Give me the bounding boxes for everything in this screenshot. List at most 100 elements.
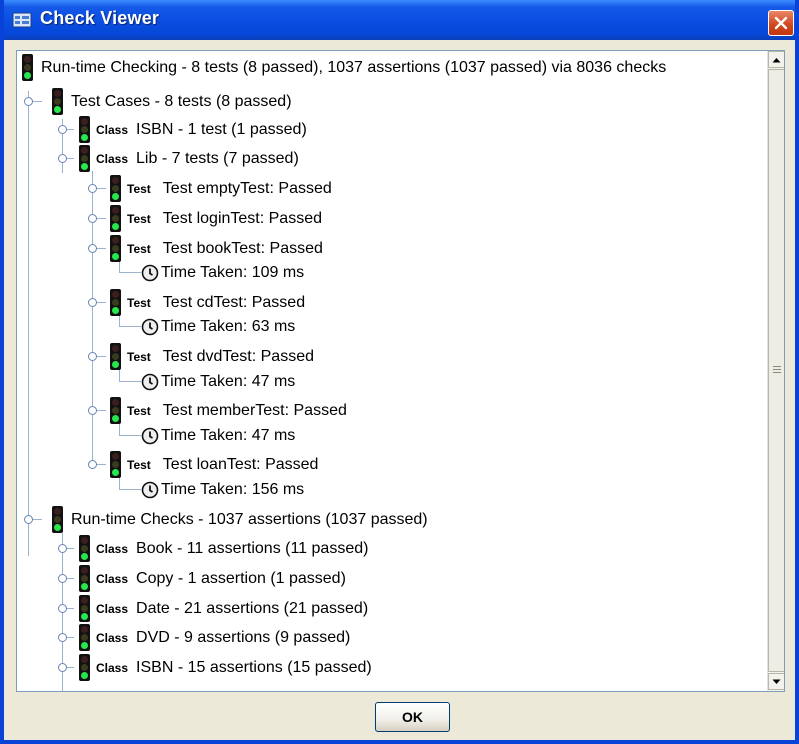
class-tag: Class — [96, 151, 129, 166]
tree-connector — [119, 326, 141, 327]
expand-handle[interactable] — [88, 184, 97, 193]
node-label: Lib - 7 tests (7 passed) — [136, 149, 299, 167]
expand-handle[interactable] — [58, 604, 67, 613]
tree-connector — [119, 489, 141, 490]
button-bar: OK — [4, 692, 795, 740]
node-label: Test loginTest: Passed — [162, 209, 322, 227]
tree-node-time[interactable]: Time Taken: 109 ms — [141, 259, 304, 286]
collapse-handle[interactable] — [24, 515, 33, 524]
test-tag: Test — [127, 349, 151, 364]
traffic-light-icon — [79, 116, 90, 143]
traffic-light-icon — [110, 235, 121, 262]
check-tree[interactable]: Run-time Checking - 8 tests (8 passed), … — [17, 51, 767, 691]
tree-node-class[interactable]: Class Book - 11 assertions (11 passed) — [79, 535, 368, 562]
node-label: Test Cases - 8 tests (8 passed) — [71, 92, 292, 110]
traffic-light-icon — [79, 145, 90, 172]
traffic-light-icon — [79, 535, 90, 562]
node-label: Test loanTest: Passed — [162, 455, 319, 473]
class-tag: Class — [96, 630, 129, 645]
traffic-light-icon — [52, 506, 63, 533]
tree-node-test[interactable]: Test Test loginTest: Passed — [110, 205, 322, 232]
collapse-handle[interactable] — [88, 298, 97, 307]
collapse-handle[interactable] — [58, 154, 67, 163]
tree-node-time[interactable]: Time Taken: 156 ms — [141, 476, 304, 503]
tree-node-time[interactable]: Time Taken: 47 ms — [141, 368, 295, 395]
tree-node-time[interactable]: Time Taken: 63 ms — [141, 313, 295, 340]
traffic-light-icon — [79, 624, 90, 651]
close-button[interactable] — [768, 10, 794, 36]
traffic-light-icon — [110, 397, 121, 424]
tree-node-test[interactable]: Test Test emptyTest: Passed — [110, 175, 332, 202]
class-tag: Class — [96, 601, 129, 616]
expand-handle[interactable] — [58, 125, 67, 134]
node-label: Time Taken: 109 ms — [161, 263, 305, 281]
collapse-handle[interactable] — [88, 460, 97, 469]
ok-button[interactable]: OK — [375, 702, 450, 732]
tree-node-runtime-checks[interactable]: Run-time Checks - 1037 assertions (1037 … — [52, 506, 428, 533]
check-viewer-window: Check Viewer Run-time Checking - 8 tests… — [0, 0, 799, 744]
tree-node-test[interactable]: Test Test dvdTest: Passed — [110, 343, 314, 370]
traffic-light-icon — [52, 88, 63, 115]
clock-icon — [141, 318, 159, 335]
node-label: Run-time Checking - 8 tests (8 passed), … — [41, 58, 667, 76]
traffic-light-icon — [110, 205, 121, 232]
tree-node-test[interactable]: Test Test loanTest: Passed — [110, 451, 318, 478]
arrow-down-icon — [772, 679, 781, 684]
node-label: ISBN - 1 test (1 passed) — [136, 120, 307, 138]
tree-node-class[interactable]: Class Lib - 7 tests (7 passed) — [79, 145, 299, 172]
class-tag: Class — [96, 541, 129, 556]
scrollbar-thumb[interactable] — [768, 69, 784, 672]
class-tag: Class — [96, 122, 129, 137]
collapse-handle[interactable] — [88, 406, 97, 415]
traffic-light-icon — [79, 565, 90, 592]
tree-node-test[interactable]: Test Test memberTest: Passed — [110, 397, 347, 424]
class-tag: Class — [96, 660, 129, 675]
node-label: Test memberTest: Passed — [162, 401, 347, 419]
thumb-grip — [773, 369, 781, 370]
expand-handle[interactable] — [58, 633, 67, 642]
close-icon — [774, 16, 788, 30]
traffic-light-icon — [22, 54, 33, 81]
app-icon — [12, 11, 32, 29]
expand-handle[interactable] — [58, 544, 67, 553]
scroll-down-button[interactable] — [768, 673, 784, 690]
tree-node-time[interactable]: Time Taken: 47 ms — [141, 422, 295, 449]
node-label: Test cdTest: Passed — [162, 293, 306, 311]
expand-handle[interactable] — [88, 214, 97, 223]
title-bar[interactable]: Check Viewer — [4, 0, 795, 40]
node-label: DVD - 9 assertions (9 passed) — [136, 628, 351, 646]
class-tag: Class — [96, 571, 129, 586]
collapse-handle[interactable] — [24, 97, 33, 106]
traffic-light-icon — [79, 595, 90, 622]
clock-icon — [141, 481, 159, 498]
node-label: Copy - 1 assertion (1 passed) — [136, 569, 346, 587]
node-label: Book - 11 assertions (11 passed) — [136, 539, 369, 557]
tree-node-test[interactable]: Test Test cdTest: Passed — [110, 289, 305, 316]
tree-node-class[interactable]: Class ISBN - 15 assertions (15 passed) — [79, 654, 372, 681]
test-tag: Test — [127, 457, 151, 472]
vertical-scrollbar[interactable] — [767, 51, 784, 691]
scroll-up-button[interactable] — [768, 51, 784, 68]
node-label: Time Taken: 63 ms — [161, 317, 296, 335]
traffic-light-icon — [110, 343, 121, 370]
node-label: Time Taken: 47 ms — [161, 426, 296, 444]
test-tag: Test — [127, 295, 151, 310]
test-tag: Test — [127, 211, 151, 226]
tree-node-test[interactable]: Test Test bookTest: Passed — [110, 235, 323, 262]
expand-handle[interactable] — [58, 574, 67, 583]
tree-node-class[interactable]: Class Date - 21 assertions (21 passed) — [79, 595, 368, 622]
collapse-handle[interactable] — [88, 244, 97, 253]
expand-handle[interactable] — [58, 663, 67, 672]
tree-node-class[interactable]: Class ISBN - 1 test (1 passed) — [79, 116, 307, 143]
traffic-light-icon — [110, 175, 121, 202]
node-label: Test dvdTest: Passed — [162, 347, 314, 365]
test-tag: Test — [127, 403, 151, 418]
tree-node-class[interactable]: Class DVD - 9 assertions (9 passed) — [79, 624, 350, 651]
collapse-handle[interactable] — [88, 352, 97, 361]
tree-node-test-cases[interactable]: Test Cases - 8 tests (8 passed) — [52, 88, 292, 115]
tree-node-class[interactable]: Class Copy - 1 assertion (1 passed) — [79, 565, 346, 592]
thumb-grip — [773, 372, 781, 373]
tree-node-root[interactable]: Run-time Checking - 8 tests (8 passed), … — [22, 54, 666, 81]
node-label: Time Taken: 156 ms — [161, 480, 305, 498]
node-label: Time Taken: 47 ms — [161, 372, 296, 390]
